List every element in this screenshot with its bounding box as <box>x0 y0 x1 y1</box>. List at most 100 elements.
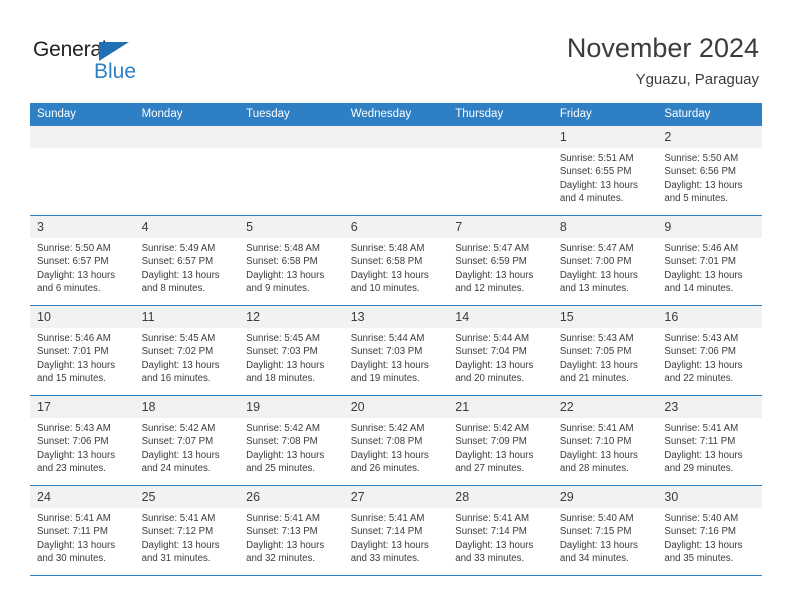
sunrise-time: Sunrise: 5:51 AM <box>559 153 634 164</box>
day-details: Sunrise: 5:43 AM Sunset: 7:05 PM Daylight:… <box>553 328 658 386</box>
daylight-duration-line1: Daylight: 13 hours <box>246 359 325 371</box>
day-number: 11 <box>134 306 240 328</box>
calendar-day-cell[interactable]: 15 Sunrise: 5:43 AM Sunset: 7:05 PM Dayligh… <box>552 305 658 396</box>
sunset-time: Sunset: 7:11 PM <box>37 526 108 538</box>
sunset-time: Sunset: 7:00 PM <box>559 256 632 268</box>
day-number: 16 <box>657 306 762 328</box>
sunset-time: Sunset: 7:03 PM <box>350 346 423 358</box>
sunset-time: Sunset: 6:55 PM <box>559 166 632 178</box>
calendar-day-cell[interactable]: 17 Sunrise: 5:43 AM Sunset: 7:06 PM Dayligh… <box>30 395 135 486</box>
calendar-day-cell[interactable]: 22 Sunrise: 5:41 AM Sunset: 7:10 PM Dayligh… <box>552 395 658 486</box>
daylight-duration-line1: Daylight: 13 hours <box>664 269 743 281</box>
sunset-time: Sunset: 7:06 PM <box>37 436 109 448</box>
sunrise-time: Sunrise: 5:41 AM <box>664 423 739 434</box>
calendar-header-row: Sunday Monday Tuesday Wednesday Thursday… <box>30 103 762 126</box>
daylight-duration-line1: Daylight: 13 hours <box>559 179 638 191</box>
daylight-duration-line2: and 35 minutes. <box>664 553 734 565</box>
day-details: Sunrise: 5:48 AM Sunset: 6:58 PM Daylight:… <box>344 238 449 296</box>
sunset-time: Sunset: 7:15 PM <box>559 526 632 538</box>
daylight-duration-line2: and 25 minutes. <box>246 463 316 475</box>
sunset-time: Sunset: 7:14 PM <box>350 526 423 538</box>
day-details: Sunrise: 5:42 AM Sunset: 7:08 PM Daylight:… <box>344 418 449 476</box>
day-details: Sunrise: 5:49 AM Sunset: 6:57 PM Daylight:… <box>135 238 240 296</box>
sunset-time: Sunset: 7:06 PM <box>664 346 736 358</box>
daylight-duration-line1: Daylight: 13 hours <box>664 179 743 191</box>
sunrise-time: Sunrise: 5:42 AM <box>350 423 425 434</box>
calendar-day-cell[interactable]: 11 Sunrise: 5:45 AM Sunset: 7:02 PM Dayligh… <box>134 305 240 396</box>
calendar-day-cell[interactable]: 25 Sunrise: 5:41 AM Sunset: 7:12 PM Dayligh… <box>134 485 240 576</box>
day-number <box>30 126 135 148</box>
calendar-day-cell[interactable]: 1 Sunrise: 5:51 AM Sunset: 6:55 PM Daylight… <box>552 125 658 216</box>
title-block: November 2024 Yguazu, Paraguay <box>567 32 759 90</box>
day-details: Sunrise: 5:45 AM Sunset: 7:02 PM Daylight:… <box>135 328 240 386</box>
general-blue-logo[interactable]: General Blue <box>33 38 163 84</box>
daylight-duration-line2: and 33 minutes. <box>350 553 420 565</box>
calendar-day-cell[interactable]: 4 Sunrise: 5:49 AM Sunset: 6:57 PM Daylight… <box>134 215 240 306</box>
daylight-duration-line1: Daylight: 13 hours <box>37 539 116 551</box>
calendar-day-cell-empty <box>30 125 135 216</box>
day-number: 10 <box>30 306 135 328</box>
daylight-duration-line2: and 33 minutes. <box>455 553 525 565</box>
daylight-duration-line1: Daylight: 13 hours <box>141 539 220 551</box>
sunset-time: Sunset: 7:02 PM <box>141 346 214 358</box>
sunrise-time: Sunrise: 5:45 AM <box>246 333 320 344</box>
calendar-day-cell[interactable]: 28 Sunrise: 5:41 AM Sunset: 7:14 PM Dayligh… <box>448 485 553 576</box>
calendar-day-cell[interactable]: 13 Sunrise: 5:44 AM Sunset: 7:03 PM Dayligh… <box>343 305 449 396</box>
sunrise-time: Sunrise: 5:43 AM <box>37 423 111 434</box>
calendar-day-cell[interactable]: 3 Sunrise: 5:50 AM Sunset: 6:57 PM Daylight… <box>30 215 135 306</box>
daylight-duration-line2: and 23 minutes. <box>37 463 106 475</box>
weekday-header-saturday: Saturday <box>657 103 762 126</box>
daylight-duration-line1: Daylight: 13 hours <box>559 449 638 461</box>
daylight-duration-line2: and 30 minutes. <box>37 553 106 565</box>
daylight-duration-line2: and 27 minutes. <box>455 463 525 475</box>
day-details: Sunrise: 5:41 AM Sunset: 7:10 PM Daylight:… <box>553 418 658 476</box>
calendar-day-cell[interactable]: 6 Sunrise: 5:48 AM Sunset: 6:58 PM Daylight… <box>343 215 449 306</box>
day-number: 13 <box>343 306 449 328</box>
calendar-day-cell[interactable]: 7 Sunrise: 5:47 AM Sunset: 6:59 PM Daylight… <box>448 215 553 306</box>
calendar-day-cell[interactable]: 23 Sunrise: 5:41 AM Sunset: 7:11 PM Dayligh… <box>657 395 762 486</box>
calendar-day-cell[interactable]: 21 Sunrise: 5:42 AM Sunset: 7:09 PM Dayligh… <box>448 395 553 486</box>
daylight-duration-line1: Daylight: 13 hours <box>246 449 325 461</box>
day-number <box>239 126 344 148</box>
sunrise-time: Sunrise: 5:42 AM <box>141 423 216 434</box>
calendar-body: 1 Sunrise: 5:51 AM Sunset: 6:55 PM Daylight… <box>30 125 762 576</box>
calendar-day-cell[interactable]: 5 Sunrise: 5:48 AM Sunset: 6:58 PM Daylight… <box>239 215 344 306</box>
daylight-duration-line2: and 31 minutes. <box>141 553 211 565</box>
page-title: November 2024 <box>566 33 759 63</box>
calendar-page: General Blue November 2024 Yguazu, Parag… <box>0 0 792 612</box>
sunset-time: Sunset: 7:04 PM <box>455 346 527 358</box>
calendar-day-cell[interactable]: 27 Sunrise: 5:41 AM Sunset: 7:14 PM Dayligh… <box>343 485 449 576</box>
calendar-day-cell[interactable]: 24 Sunrise: 5:41 AM Sunset: 7:11 PM Dayligh… <box>30 485 135 576</box>
calendar-day-cell[interactable]: 14 Sunrise: 5:44 AM Sunset: 7:04 PM Dayligh… <box>448 305 553 396</box>
calendar-day-cell[interactable]: 9 Sunrise: 5:46 AM Sunset: 7:01 PM Daylight… <box>657 215 762 306</box>
day-number: 19 <box>239 396 344 418</box>
calendar-day-cell[interactable]: 20 Sunrise: 5:42 AM Sunset: 7:08 PM Dayligh… <box>343 395 449 486</box>
daylight-duration-line1: Daylight: 13 hours <box>37 449 116 461</box>
calendar-day-cell[interactable]: 16 Sunrise: 5:43 AM Sunset: 7:06 PM Dayligh… <box>657 305 762 396</box>
calendar-day-cell[interactable]: 30 Sunrise: 5:40 AM Sunset: 7:16 PM Dayligh… <box>657 485 762 576</box>
day-details: Sunrise: 5:46 AM Sunset: 7:01 PM Daylight:… <box>657 238 762 296</box>
sunrise-time: Sunrise: 5:49 AM <box>141 243 216 254</box>
calendar-day-cell[interactable]: 19 Sunrise: 5:42 AM Sunset: 7:08 PM Dayligh… <box>239 395 344 486</box>
daylight-duration-line1: Daylight: 13 hours <box>37 269 116 281</box>
daylight-duration-line1: Daylight: 13 hours <box>350 449 429 461</box>
day-number: 1 <box>552 126 658 148</box>
calendar-day-cell[interactable]: 8 Sunrise: 5:47 AM Sunset: 7:00 PM Daylight… <box>552 215 658 306</box>
sunrise-time: Sunrise: 5:46 AM <box>37 333 111 344</box>
calendar-day-cell[interactable]: 18 Sunrise: 5:42 AM Sunset: 7:07 PM Dayligh… <box>134 395 240 486</box>
sunset-time: Sunset: 7:13 PM <box>246 526 318 538</box>
page-header: General Blue November 2024 Yguazu, Parag… <box>0 0 792 100</box>
day-number: 18 <box>134 396 240 418</box>
calendar-day-cell[interactable]: 12 Sunrise: 5:45 AM Sunset: 7:03 PM Dayligh… <box>239 305 344 396</box>
calendar-day-cell[interactable]: 29 Sunrise: 5:40 AM Sunset: 7:15 PM Dayligh… <box>552 485 658 576</box>
sunrise-time: Sunrise: 5:47 AM <box>455 243 530 254</box>
sunrise-time: Sunrise: 5:42 AM <box>246 423 320 434</box>
daylight-duration-line1: Daylight: 13 hours <box>141 449 220 461</box>
daylight-duration-line1: Daylight: 13 hours <box>664 449 743 461</box>
sunset-time: Sunset: 7:03 PM <box>246 346 318 358</box>
logo-text-blue: Blue <box>94 60 137 83</box>
calendar-day-cell[interactable]: 26 Sunrise: 5:41 AM Sunset: 7:13 PM Dayligh… <box>239 485 344 576</box>
sunrise-time: Sunrise: 5:44 AM <box>350 333 425 344</box>
calendar-day-cell[interactable]: 2 Sunrise: 5:50 AM Sunset: 6:56 PM Daylight… <box>657 125 762 216</box>
calendar-day-cell[interactable]: 10 Sunrise: 5:46 AM Sunset: 7:01 PM Dayligh… <box>30 305 135 396</box>
